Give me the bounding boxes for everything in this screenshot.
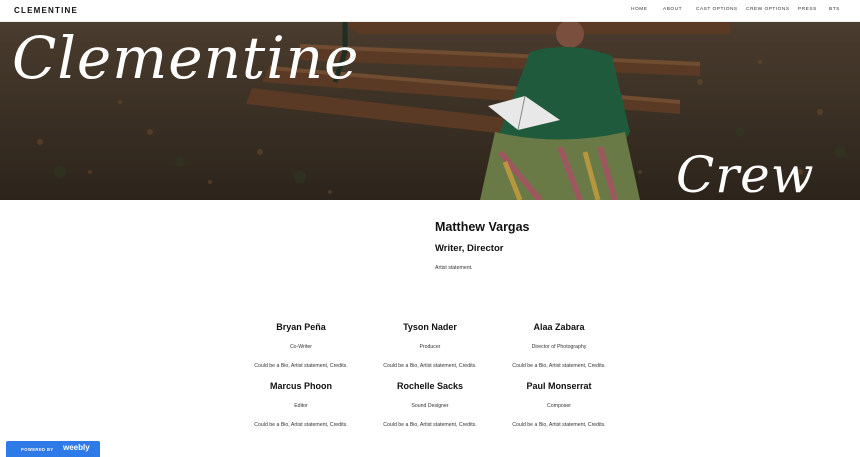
banner-script-subtitle: Crew	[676, 146, 815, 200]
site-title[interactable]: CLEMENTINE	[14, 6, 78, 15]
crew-name: Bryan Peña	[276, 322, 326, 332]
badge-prefix: POWERED BY	[21, 447, 54, 452]
crew-name: Paul Monserrat	[526, 381, 592, 391]
crew-name: Marcus Phoon	[269, 381, 332, 391]
crew-name: Alaa Zabara	[533, 322, 585, 332]
crew-name: Tyson Nader	[403, 322, 457, 332]
featured-crew-role: Writer, Director	[435, 243, 504, 254]
featured-crew-name: Matthew Vargas	[435, 220, 530, 234]
nav-item-press[interactable]: PRESS	[798, 7, 817, 12]
crew-card: Rochelle Sacks Sound Designer Could be a…	[366, 381, 494, 428]
nav-item-about[interactable]: ABOUT	[663, 7, 682, 12]
crew-card: Bryan Peña Co-Writer Could be a Bio, Art…	[237, 322, 365, 369]
powered-by-weebly-badge[interactable]: POWERED BY weebly	[6, 441, 100, 457]
site-header: CLEMENTINE HOME ABOUT CAST OPTIONS CREW …	[0, 0, 860, 22]
weebly-logo: weebly	[63, 443, 90, 452]
crew-bio: Could be a Bio, Artist statement, Credit…	[254, 363, 348, 369]
nav-item-cast-options[interactable]: CAST OPTIONS	[696, 7, 738, 12]
crew-role: Producer	[419, 344, 441, 350]
nav-item-crew-options[interactable]: CREW OPTIONS	[746, 7, 790, 12]
crew-card: Tyson Nader Producer Could be a Bio, Art…	[366, 322, 494, 369]
crew-bio: Could be a Bio, Artist statement, Credit…	[512, 422, 606, 428]
crew-role: Editor	[294, 403, 308, 409]
crew-role: Composer	[547, 403, 571, 409]
nav-item-bts[interactable]: BTS	[829, 7, 840, 12]
crew-role: Co-Writer	[289, 344, 313, 350]
featured-crew-statement: Artist statement.	[435, 265, 473, 271]
banner-script-title: Clementine	[12, 24, 360, 92]
crew-bio: Could be a Bio, Artist statement, Credit…	[383, 363, 477, 369]
crew-card: Marcus Phoon Editor Could be a Bio, Arti…	[237, 381, 365, 428]
crew-role: Director of Photography	[531, 344, 587, 350]
crew-card: Alaa Zabara Director of Photography Coul…	[495, 322, 623, 369]
crew-bio: Could be a Bio, Artist statement, Credit…	[512, 363, 606, 369]
crew-card: Paul Monserrat Composer Could be a Bio, …	[495, 381, 623, 428]
nav-item-home[interactable]: HOME	[631, 7, 647, 12]
crew-bio: Could be a Bio, Artist statement, Credit…	[254, 422, 348, 428]
crew-name: Rochelle Sacks	[396, 381, 464, 391]
crew-bio: Could be a Bio, Artist statement, Credit…	[383, 422, 477, 428]
crew-role: Sound Designer	[411, 403, 449, 409]
hero-banner: Clementine Crew	[0, 22, 860, 200]
